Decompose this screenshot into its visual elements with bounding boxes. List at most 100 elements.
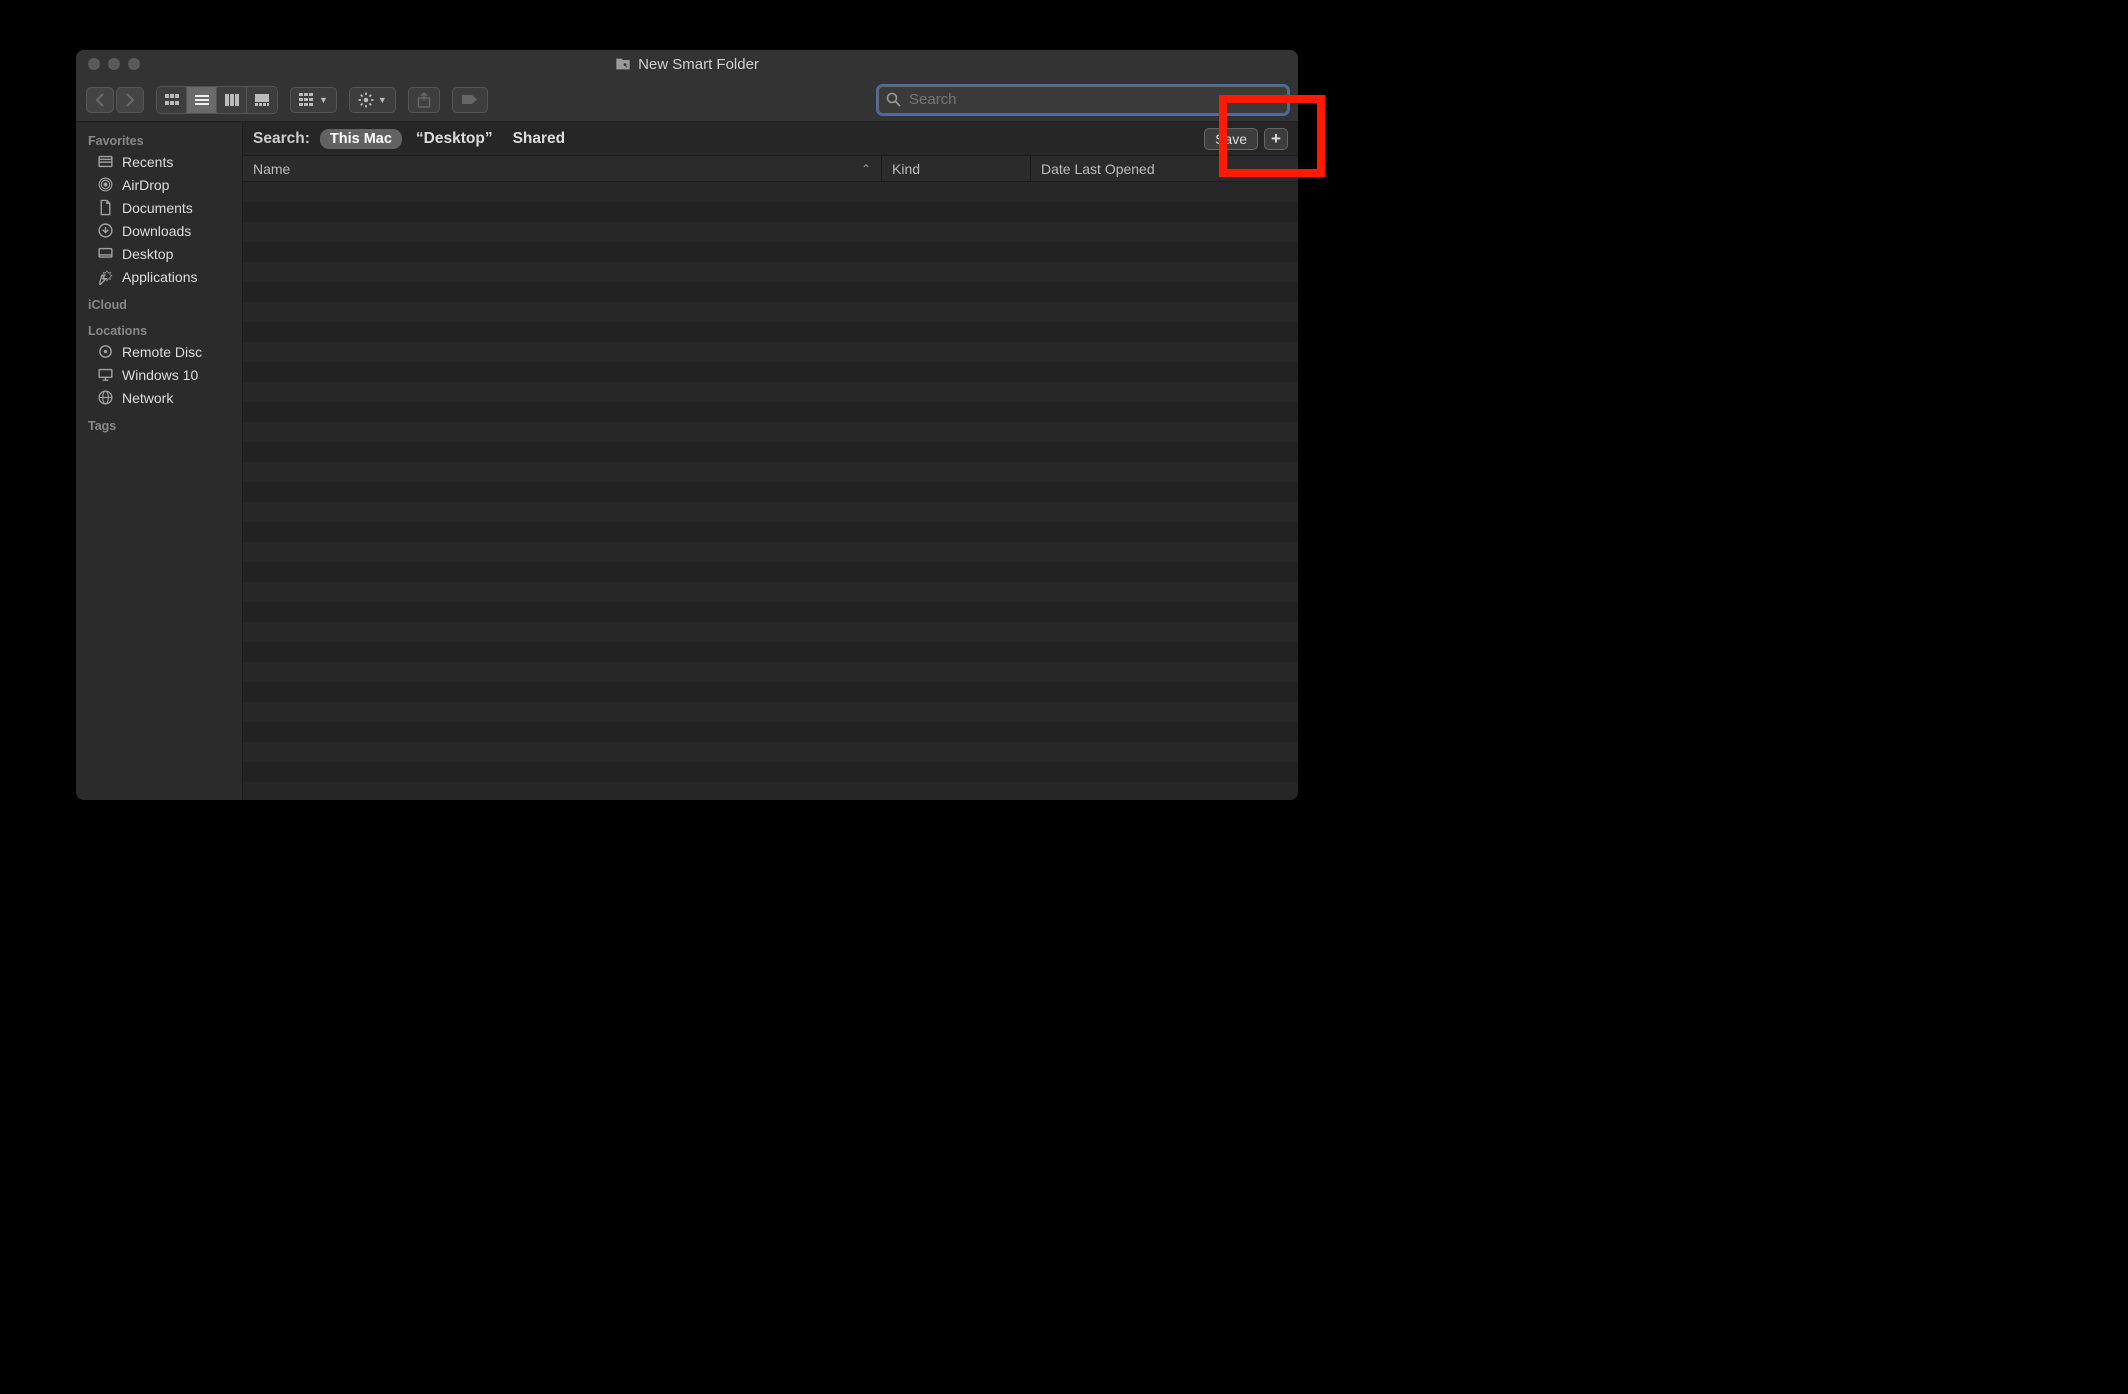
save-button[interactable]: Save (1204, 128, 1258, 150)
table-row (243, 242, 1298, 262)
sidebar-item-label: Windows 10 (122, 367, 198, 383)
scope-this-mac[interactable]: This Mac (320, 129, 402, 149)
back-button[interactable] (86, 87, 114, 113)
column-header-label: Date Last Opened (1041, 161, 1155, 177)
table-row (243, 762, 1298, 782)
column-view-icon (224, 93, 240, 107)
minimize-window-button[interactable] (108, 58, 120, 70)
sidebar-item-recents[interactable]: Recents (76, 150, 242, 173)
sidebar-item-network[interactable]: Network (76, 386, 242, 409)
table-row (243, 542, 1298, 562)
list-view-button[interactable] (187, 87, 217, 113)
sidebar-item-label: Remote Disc (122, 344, 202, 360)
table-row (243, 622, 1298, 642)
sidebar-header-favorites[interactable]: Favorites (76, 130, 242, 150)
table-row (243, 522, 1298, 542)
share-icon (417, 92, 431, 108)
downloads-icon (96, 222, 114, 240)
icon-view-button[interactable] (157, 87, 187, 113)
sidebar-item-label: Downloads (122, 223, 191, 239)
table-row (243, 602, 1298, 622)
arrange-button[interactable]: ▼ (290, 87, 337, 113)
table-row (243, 702, 1298, 722)
arrange-icon (299, 93, 315, 106)
chevron-down-icon: ▼ (319, 95, 328, 105)
applications-icon (96, 268, 114, 286)
search-icon (886, 92, 901, 107)
sidebar-item-remote-disc[interactable]: Remote Disc (76, 340, 242, 363)
table-row (243, 742, 1298, 762)
sidebar-item-downloads[interactable]: Downloads (76, 219, 242, 242)
search-input[interactable] (878, 86, 1288, 114)
table-row (243, 482, 1298, 502)
documents-icon (96, 199, 114, 217)
toolbar: ▼ ▼ (76, 78, 1298, 122)
sidebar-header-icloud[interactable]: iCloud (76, 294, 242, 314)
table-row (243, 642, 1298, 662)
close-window-button[interactable] (88, 58, 100, 70)
finder-window: New Smart Folder ▼ ▼ (76, 50, 1298, 800)
column-header-label: Name (253, 161, 290, 177)
add-criteria-button[interactable]: + (1264, 128, 1288, 150)
zoom-window-button[interactable] (128, 58, 140, 70)
table-row (243, 462, 1298, 482)
gear-icon (358, 92, 374, 108)
recents-icon (96, 153, 114, 171)
column-header-label: Kind (892, 161, 920, 177)
scope-desktop[interactable]: “Desktop” (410, 130, 499, 148)
titlebar: New Smart Folder (76, 50, 1298, 78)
remote-disc-icon (96, 343, 114, 361)
column-header-kind[interactable]: Kind (882, 156, 1031, 181)
action-button[interactable]: ▼ (349, 87, 396, 113)
chevron-left-icon (95, 93, 105, 107)
list-view-icon (194, 93, 210, 107)
column-header-name[interactable]: Name ⌃ (243, 156, 882, 181)
table-row (243, 582, 1298, 602)
window-title: New Smart Folder (76, 56, 1298, 73)
scope-label: Search: (253, 130, 312, 148)
table-row (243, 502, 1298, 522)
chevron-right-icon (125, 93, 135, 107)
sidebar-header-tags[interactable]: Tags (76, 415, 242, 435)
smart-folder-icon (615, 56, 631, 72)
sidebar-item-label: Documents (122, 200, 193, 216)
sidebar-item-applications[interactable]: Applications (76, 265, 242, 288)
table-row (243, 442, 1298, 462)
table-row (243, 722, 1298, 742)
table-row (243, 302, 1298, 322)
column-view-button[interactable] (217, 87, 247, 113)
table-row (243, 342, 1298, 362)
sidebar-item-label: Network (122, 390, 173, 406)
scope-shared[interactable]: Shared (507, 130, 572, 148)
table-row (243, 282, 1298, 302)
table-row (243, 322, 1298, 342)
sidebar-item-label: Applications (122, 269, 198, 285)
table-row (243, 362, 1298, 382)
tag-icon (461, 93, 479, 106)
sidebar-item-documents[interactable]: Documents (76, 196, 242, 219)
share-button[interactable] (408, 87, 440, 113)
sidebar-header-locations[interactable]: Locations (76, 320, 242, 340)
sidebar-item-airdrop[interactable]: AirDrop (76, 173, 242, 196)
main-content: Search: This Mac “Desktop” Shared Save +… (243, 122, 1298, 800)
table-row (243, 202, 1298, 222)
column-headers: Name ⌃ Kind Date Last Opened (243, 156, 1298, 182)
chevron-down-icon: ▼ (378, 95, 387, 105)
sidebar: Favorites Recents AirDrop Documents Down… (76, 122, 243, 800)
gallery-view-icon (254, 93, 270, 107)
airdrop-icon (96, 176, 114, 194)
sidebar-item-windows-10[interactable]: Windows 10 (76, 363, 242, 386)
table-row (243, 422, 1298, 442)
table-row (243, 262, 1298, 282)
search-field-wrap (878, 86, 1288, 114)
column-header-date-last-opened[interactable]: Date Last Opened (1031, 156, 1298, 181)
results-list[interactable] (243, 182, 1298, 800)
table-row (243, 182, 1298, 202)
table-row (243, 382, 1298, 402)
forward-button[interactable] (116, 87, 144, 113)
tags-button[interactable] (452, 87, 488, 113)
sidebar-item-desktop[interactable]: Desktop (76, 242, 242, 265)
desktop-icon (96, 245, 114, 263)
search-scope-bar: Search: This Mac “Desktop” Shared Save + (243, 122, 1298, 156)
gallery-view-button[interactable] (247, 87, 277, 113)
